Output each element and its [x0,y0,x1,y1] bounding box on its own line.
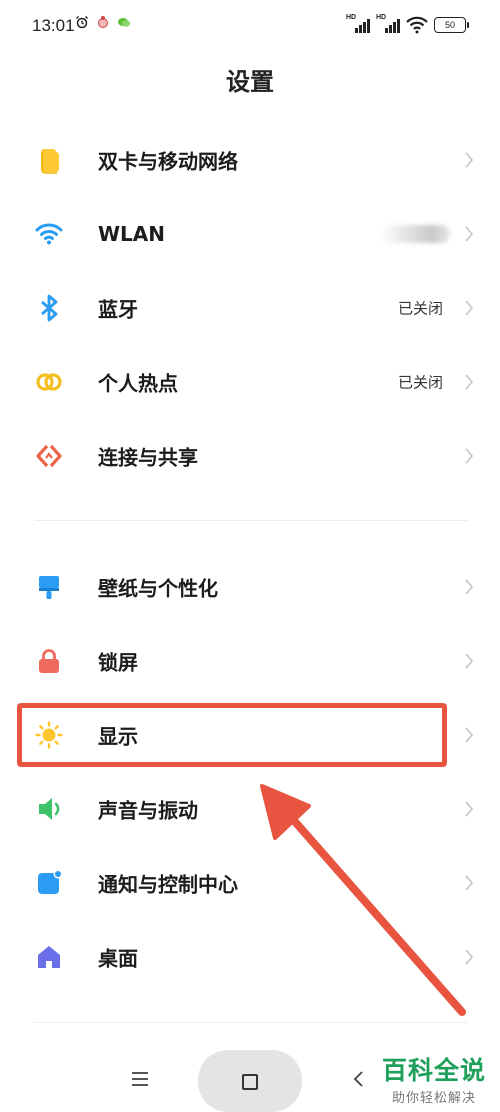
chevron-right-icon [465,727,474,743]
alarm-clock-icon [76,16,88,29]
speaker-icon [39,798,60,820]
notification-icon [38,869,63,894]
app-notification-icon [98,16,108,28]
wifi-status-icon [406,16,428,34]
paint-brush-icon [39,576,59,599]
home-icon [38,946,60,968]
watermark-title: 百科全说 [381,1056,486,1085]
list-item-wlan[interactable]: WLAN [0,202,500,266]
item-label: 连接与共享 [98,445,198,470]
hotspot-icon [36,373,62,391]
list-item-wallpaper[interactable]: 壁纸与个性化 [0,555,500,619]
watermark: 百科全说 助你轻松解决 [382,1051,486,1106]
item-label: WLAN [98,222,166,246]
list-item-sound-vibration[interactable]: 声音与振动 [0,777,500,841]
sim-card-icon [41,149,59,174]
item-label: 壁纸与个性化 [98,576,218,601]
connection-share-icon [36,444,62,468]
chevron-right-icon [465,801,474,817]
wechat-icon [118,18,130,27]
chevron-right-icon [465,653,474,669]
chevron-right-icon [465,875,474,891]
watermark-subtitle: 助你轻松解决 [391,1091,476,1106]
chevron-right-icon [465,152,474,168]
chevron-right-icon [465,448,474,464]
section-divider [34,520,468,521]
list-item-hotspot[interactable]: 个人热点 已关闭 [0,350,500,414]
list-item-dual-sim[interactable]: 双卡与移动网络 [0,128,500,192]
list-item-lock-screen[interactable]: 锁屏 [0,629,500,693]
item-label: 锁屏 [98,650,138,675]
chevron-right-icon [465,300,474,316]
menu-icon[interactable] [132,1072,148,1090]
wifi-icon [35,223,63,245]
item-label: 通知与控制中心 [98,872,238,897]
item-label: 桌面 [98,946,138,971]
back-icon[interactable] [352,1070,364,1088]
signal-1-icon: HD [346,14,370,34]
wlan-network-name-blurred [380,225,450,243]
status-notification-icons [75,15,131,29]
chevron-right-icon [465,949,474,965]
item-label: 声音与振动 [98,798,198,823]
chevron-right-icon [465,226,474,242]
list-item-connection-share[interactable]: 连接与共享 [0,424,500,488]
bluetooth-icon [41,294,58,322]
list-item-bluetooth[interactable]: 蓝牙 已关闭 [0,276,500,340]
chevron-right-icon [465,374,474,390]
bluetooth-status: 已关闭 [397,299,443,318]
home-button[interactable] [198,1050,302,1112]
hotspot-status: 已关闭 [397,373,443,392]
section-divider [34,1022,468,1023]
lock-icon [39,649,59,673]
page-title: 设置 [226,68,274,96]
item-label: 双卡与移动网络 [98,149,238,174]
status-time: 13:01 [32,16,75,35]
chevron-right-icon [465,579,474,595]
status-bar: 13:01 HD HD 50 [0,0,500,50]
list-item-desktop[interactable]: 桌面 [0,925,500,989]
battery-icon: 50 [434,17,469,33]
signal-2-icon: HD [376,14,400,34]
item-label: 个人热点 [98,371,178,396]
list-item-notification-control[interactable]: 通知与控制中心 [0,851,500,915]
status-right-icons: HD HD 50 [346,14,469,34]
item-label: 蓝牙 [98,297,138,322]
highlight-box [17,703,447,767]
